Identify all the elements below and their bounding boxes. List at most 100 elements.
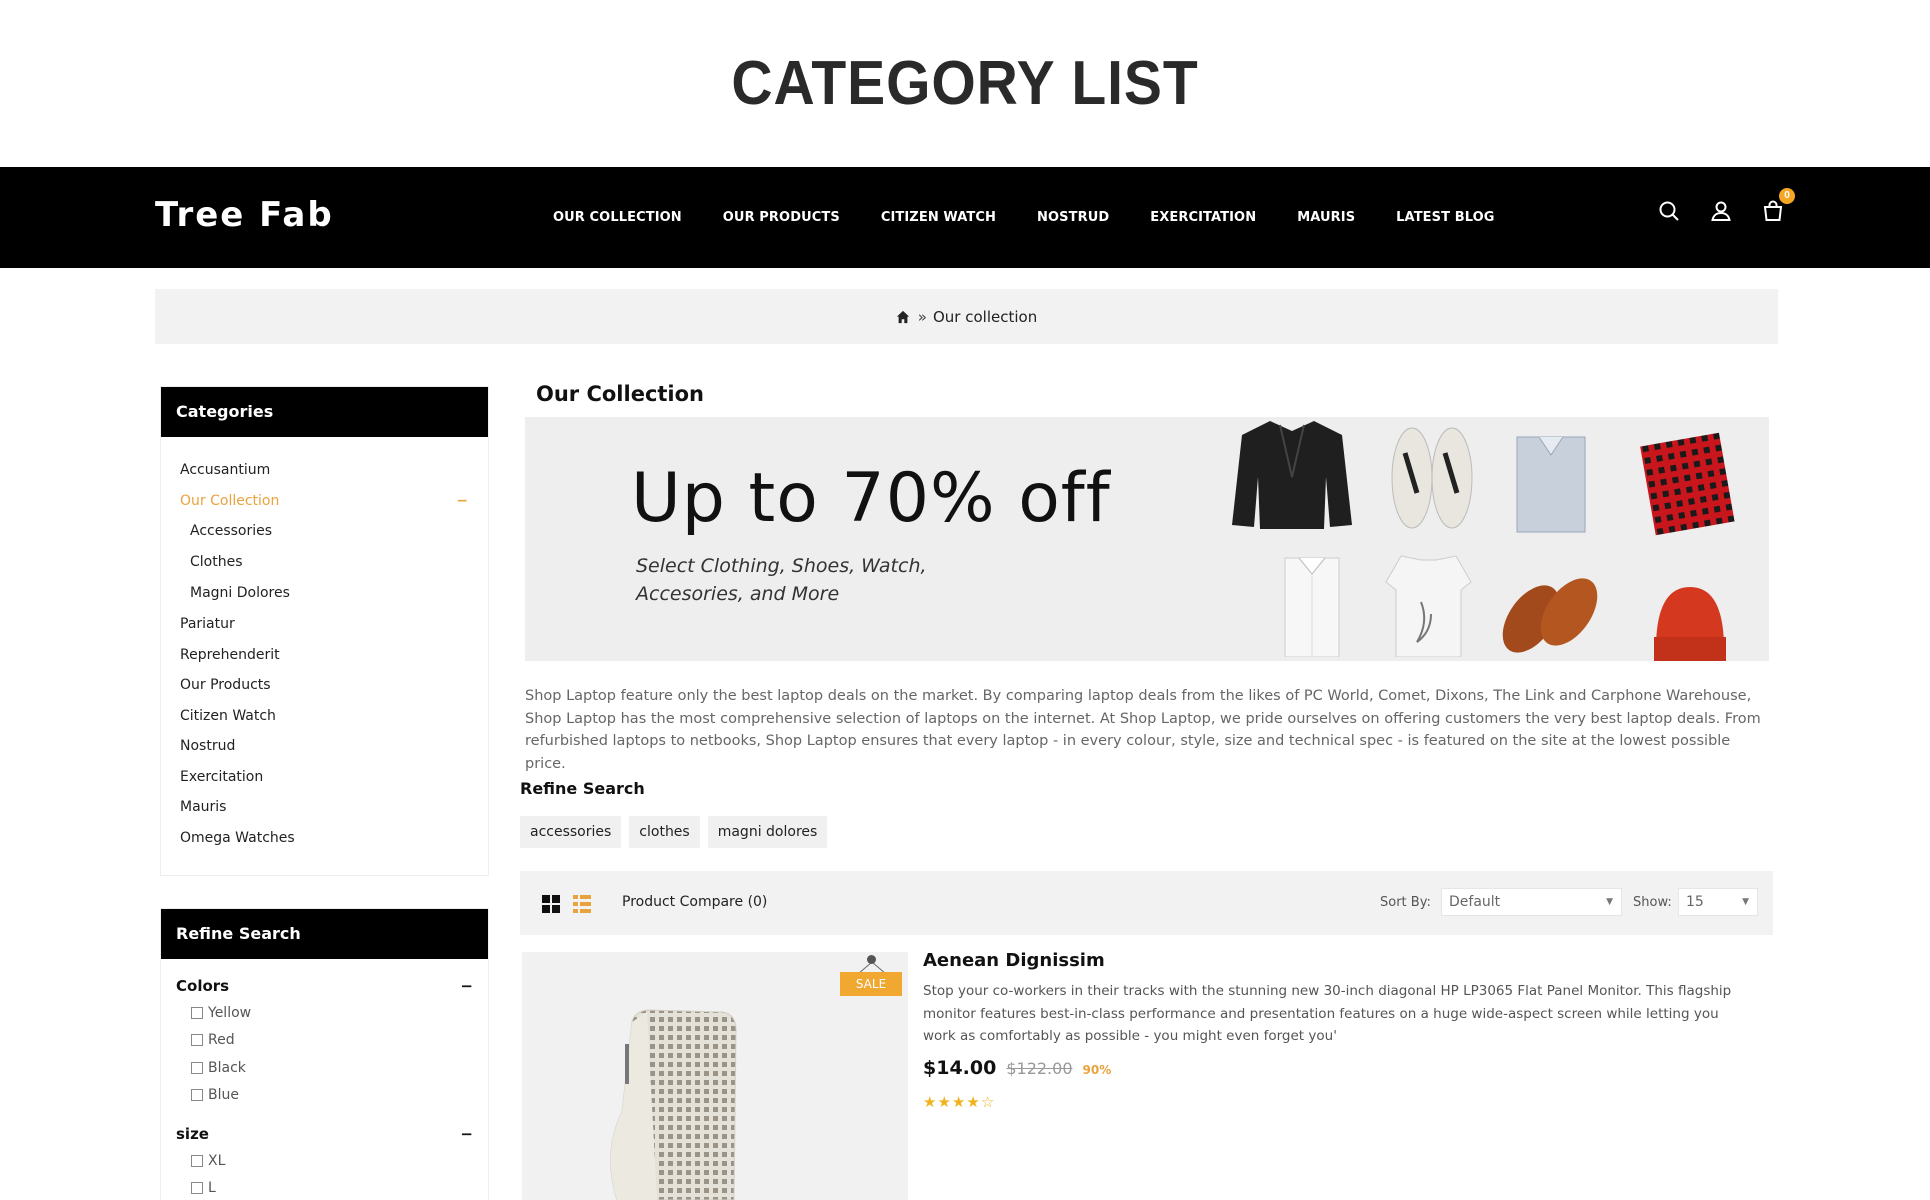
limit-value: 15 (1686, 894, 1704, 910)
promo-banner[interactable]: Up to 70% off Select Clothing, Shoes, Wa… (525, 417, 1769, 661)
white-shirt-image (1284, 557, 1340, 657)
tag-accessories[interactable]: accessories (520, 816, 622, 848)
filter-option[interactable]: XL (176, 1147, 473, 1175)
banner-headline: Up to 70% off (631, 459, 1111, 538)
category-item[interactable]: Exercitation (180, 762, 468, 793)
menu-item-latest-blog[interactable]: LATEST BLOG (1396, 210, 1494, 225)
jacket-image (1232, 421, 1352, 529)
category-label: Our Collection (180, 492, 280, 509)
collapse-toggle[interactable]: − (460, 973, 473, 999)
refine-panel: Refine Search Colors − Yellow Red Black … (160, 908, 489, 1200)
breadcrumb-current[interactable]: Our collection (933, 308, 1037, 326)
collapse-toggle[interactable]: − (456, 486, 468, 517)
tag-clothes[interactable]: clothes (629, 816, 700, 848)
sneakers-image (1391, 427, 1473, 529)
grid-view-icon[interactable] (541, 894, 561, 914)
blue-shirt-image (1516, 436, 1586, 533)
banner-subtitle: Select Clothing, Shoes, Watch, Accesorie… (636, 552, 956, 608)
cart-count-badge: 0 (1779, 188, 1795, 204)
list-view-icon[interactable] (572, 894, 592, 914)
refine-title: Refine Search (161, 909, 488, 959)
menu-item-nostrud[interactable]: NOSTRUD (1037, 210, 1109, 225)
collection-title: Our Collection (536, 382, 705, 406)
star-icon: ★ (923, 1094, 938, 1111)
category-item[interactable]: Nostrud (180, 731, 468, 762)
price-new: $14.00 (923, 1057, 997, 1079)
filter-option[interactable]: Blue (176, 1082, 473, 1110)
subcategory-list: Accessories Clothes Magni Dolores (180, 516, 468, 609)
plaid-shirt-image (1640, 432, 1735, 536)
checkbox[interactable] (191, 1154, 203, 1167)
filter-group-size[interactable]: size − (176, 1121, 473, 1147)
checkbox[interactable] (191, 1182, 203, 1195)
price-old: $122.00 (1006, 1059, 1073, 1078)
category-item[interactable]: Mauris (180, 792, 468, 823)
category-list: Accusantium Our Collection − Accessories… (161, 437, 488, 867)
brown-shoes-image (1502, 578, 1598, 653)
product-name[interactable]: Aenean Dignissim (923, 950, 1105, 971)
category-item[interactable]: Our Products (180, 670, 468, 701)
checkbox[interactable] (191, 1006, 203, 1019)
breadcrumb-separator: » (917, 307, 927, 326)
category-item[interactable]: Omega Watches (180, 823, 468, 854)
tshirt-image (1385, 555, 1472, 657)
banner-subtitle-line: Accesories, and More (636, 583, 840, 605)
product-compare-link[interactable]: Product Compare (0) (622, 894, 767, 910)
menu-item-our-collection[interactable]: OUR COLLECTION (553, 210, 682, 225)
star-empty-icon: ☆ (980, 1094, 996, 1111)
checkbox[interactable] (191, 1034, 203, 1047)
breadcrumb: » Our collection (155, 289, 1778, 344)
filter-option-label: L (208, 1180, 216, 1197)
site-logo[interactable]: Tree Fab (155, 195, 334, 235)
filter-body: Colors − Yellow Red Black Blue size − XL… (161, 959, 488, 1200)
checkbox[interactable] (191, 1089, 203, 1102)
filter-option[interactable]: Black (176, 1054, 473, 1082)
product-toolbar: Product Compare (0) Sort By: Default ▼ S… (520, 871, 1773, 935)
categories-panel: Categories Accusantium Our Collection − … (160, 386, 489, 876)
star-icon: ★ (951, 1094, 967, 1111)
filter-option[interactable]: Red (176, 1027, 473, 1055)
star-icon: ★ (937, 1094, 952, 1111)
filter-group-colors[interactable]: Colors − (176, 973, 473, 999)
menu-item-exercitation[interactable]: EXERCITATION (1150, 210, 1256, 225)
chevron-down-icon: ▼ (1742, 897, 1749, 907)
search-icon[interactable] (1657, 199, 1681, 223)
user-icon[interactable] (1709, 199, 1733, 223)
category-item[interactable]: Reprehenderit (180, 640, 468, 671)
filter-group-label: size (176, 1125, 209, 1143)
refine-search-title: Refine Search (520, 779, 645, 798)
sort-label: Sort By: (1380, 895, 1431, 910)
subcategory-item[interactable]: Accessories (190, 516, 468, 547)
filter-option-label: Blue (208, 1087, 239, 1104)
star-icon: ★ (966, 1094, 981, 1111)
sale-badge: SALE (840, 972, 902, 996)
subcategory-item[interactable]: Clothes (190, 547, 468, 578)
collapse-toggle[interactable]: − (460, 1121, 473, 1147)
menu-item-mauris[interactable]: MAURIS (1297, 210, 1355, 225)
category-item-active[interactable]: Our Collection − (180, 486, 468, 517)
filter-option-label: Black (208, 1059, 246, 1076)
menu-item-citizen-watch[interactable]: CITIZEN WATCH (881, 210, 996, 225)
filter-group-label: Colors (176, 977, 230, 995)
category-item[interactable]: Accusantium (180, 455, 468, 486)
checkbox[interactable] (191, 1061, 203, 1074)
filter-option[interactable]: Yellow (176, 999, 473, 1027)
main-menu: OUR COLLECTION OUR PRODUCTS CITIZEN WATC… (553, 167, 1536, 268)
menu-item-our-products[interactable]: OUR PRODUCTS (723, 210, 840, 225)
banner-subtitle-line: Select Clothing, Shoes, Watch, (636, 555, 927, 577)
subcategory-item[interactable]: Magni Dolores (190, 578, 468, 609)
beanie-image (1654, 587, 1726, 661)
main-header: Tree Fab OUR COLLECTION OUR PRODUCTS CIT… (0, 167, 1930, 268)
limit-select[interactable]: 15 ▼ (1678, 888, 1758, 916)
category-item[interactable]: Citizen Watch (180, 701, 468, 732)
home-icon[interactable] (896, 310, 910, 324)
cart-icon[interactable]: 0 (1761, 188, 1795, 223)
category-item[interactable]: Pariatur (180, 609, 468, 640)
filter-option-label: Yellow (208, 1004, 252, 1021)
tag-magni-dolores[interactable]: magni dolores (707, 816, 828, 848)
rating-stars: ★★★★☆ (923, 1093, 995, 1111)
sort-select[interactable]: Default ▼ (1441, 888, 1622, 916)
chevron-down-icon: ▼ (1606, 897, 1613, 907)
filter-option[interactable]: L (176, 1175, 473, 1200)
collection-description: Shop Laptop feature only the best laptop… (525, 688, 1761, 772)
